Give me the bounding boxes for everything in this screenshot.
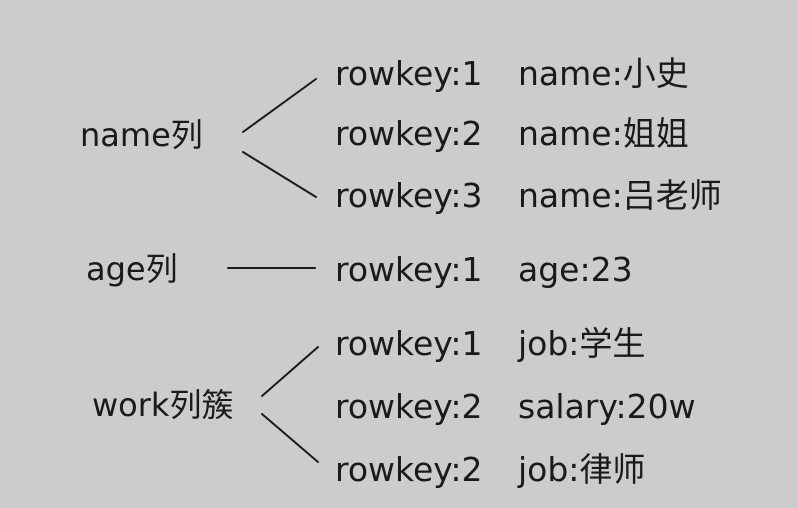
row-key: rowkey:3 — [335, 176, 483, 215]
row-key: rowkey:2 — [335, 450, 483, 489]
row-key: rowkey:1 — [335, 324, 483, 363]
row-key: rowkey:2 — [335, 114, 483, 153]
connector-name-row-1 — [242, 78, 317, 133]
row-value: salary:20w — [518, 387, 696, 426]
diagram-canvas: name列 age列 work列簇 rowkey:1 name:小史 rowke… — [0, 0, 798, 508]
row-key: rowkey:2 — [335, 387, 483, 426]
group-label-age: age列 — [86, 250, 178, 288]
row-value: age:23 — [518, 250, 633, 289]
row-key: rowkey:1 — [335, 54, 483, 93]
row-key: rowkey:1 — [335, 250, 483, 289]
row-value: job:律师 — [518, 450, 646, 489]
group-label-name: name列 — [80, 116, 203, 154]
row-value: name:姐姐 — [518, 114, 689, 153]
group-label-work: work列簇 — [92, 386, 234, 424]
connector-work-row-3 — [261, 413, 319, 463]
row-value: name:小史 — [518, 54, 689, 93]
connector-name-row-3 — [242, 151, 317, 198]
row-value: name:吕老师 — [518, 176, 722, 215]
connector-work-row-1 — [261, 346, 319, 397]
row-value: job:学生 — [518, 324, 646, 363]
